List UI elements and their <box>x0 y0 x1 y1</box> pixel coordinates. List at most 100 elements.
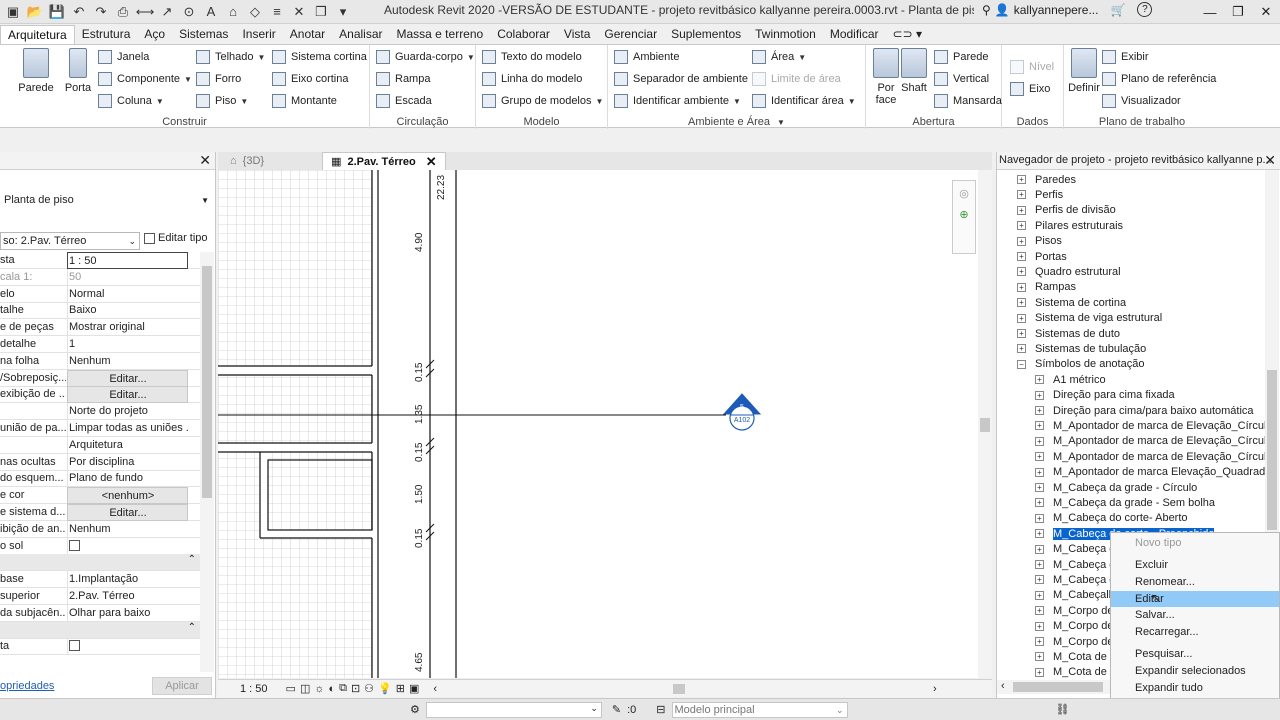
porta-button[interactable]: Porta <box>58 48 98 94</box>
limite-area-button[interactable]: Limite de área <box>752 69 841 89</box>
text-icon[interactable]: A <box>202 3 220 21</box>
select-links-icon[interactable]: ⛓ <box>1056 703 1070 716</box>
property-row[interactable]: Norte do projeto <box>0 403 200 421</box>
collapse-icon[interactable]: ⌃ <box>188 554 196 565</box>
browser-item[interactable]: + Rampas <box>1017 280 1076 295</box>
browser-item[interactable]: + Pilares estruturais <box>1017 218 1123 233</box>
expand-icon[interactable]: + <box>1017 205 1026 215</box>
expand-icon[interactable]: + <box>1035 667 1044 677</box>
properties-scrollbar[interactable] <box>200 252 214 672</box>
workset-field[interactable]: ⌄ <box>425 701 602 718</box>
browser-item[interactable]: + A1 métrico <box>1035 372 1106 387</box>
property-value[interactable]: 1.Implantação <box>67 571 188 589</box>
browser-item[interactable]: + M_Cabeça da grade - Sem bolha <box>1035 495 1215 510</box>
browser-item[interactable]: + M_Corpo de <box>1035 634 1114 649</box>
reveal-hidden-icon[interactable]: 💡 <box>378 682 392 695</box>
browser-item[interactable]: + Paredes <box>1017 172 1076 187</box>
ribbon-tab-9[interactable]: Vista <box>557 25 597 44</box>
edit-type-button[interactable]: Editar tipo <box>144 232 208 244</box>
user-icon[interactable]: 👤 <box>995 3 1010 17</box>
expand-icon[interactable]: + <box>1035 606 1044 616</box>
property-row[interactable]: do esquem... Plano de fundo <box>0 470 200 488</box>
vertical-button[interactable]: Vertical <box>934 69 989 89</box>
browser-item[interactable]: + M_Cota de e <box>1035 665 1116 680</box>
expand-icon[interactable]: + <box>1035 452 1044 462</box>
property-row[interactable]: superior 2.Pav. Térreo <box>0 588 200 605</box>
undo-icon[interactable]: ↶ <box>70 3 88 21</box>
property-value[interactable]: 2.Pav. Térreo <box>67 588 188 605</box>
property-row[interactable]: cala 1: 50 <box>0 268 200 286</box>
checkbox[interactable] <box>69 539 80 551</box>
browser-item[interactable]: + M_Cabeça d <box>1035 542 1115 557</box>
user-name[interactable]: kallyannepere... <box>1014 3 1099 17</box>
design-options-icon[interactable]: ⊟ <box>656 703 665 716</box>
property-row[interactable]: talhe Baixo <box>0 302 200 320</box>
property-value[interactable]: Por disciplina <box>67 453 188 471</box>
property-value[interactable]: Nenhum <box>67 520 188 538</box>
expand-icon[interactable]: + <box>1035 529 1044 539</box>
expand-icon[interactable]: + <box>1035 544 1044 554</box>
texto-modelo-button[interactable]: Texto do modelo <box>482 47 582 67</box>
browser-item[interactable]: + M_Cabeça do corte- Aberto <box>1035 511 1188 526</box>
property-value[interactable] <box>67 638 188 656</box>
janela-button[interactable]: Janela <box>98 47 149 67</box>
expand-icon[interactable]: + <box>1035 637 1044 646</box>
property-value[interactable]: Arquitetura <box>67 436 188 454</box>
binoculars-icon[interactable]: ⚲ <box>982 3 991 17</box>
ribbon-tab-12[interactable]: Twinmotion <box>748 25 823 44</box>
property-row[interactable]: sta 1 : 50 <box>0 252 200 269</box>
visual-style-icon[interactable]: ◫ <box>300 682 310 695</box>
checkbox[interactable] <box>69 640 80 652</box>
redo-icon[interactable]: ↷ <box>92 3 110 21</box>
scale-selector[interactable]: 1 : 50 <box>240 683 268 695</box>
browser-item[interactable]: + M_Cabeça da grade - Círculo <box>1035 480 1197 495</box>
expand-icon[interactable]: + <box>1035 621 1044 631</box>
browser-item[interactable]: + Sistema de viga estrutural <box>1017 311 1162 326</box>
browser-item[interactable]: + M_Corpo de <box>1035 603 1114 618</box>
property-value[interactable]: Nenhum <box>67 352 188 370</box>
property-section-header[interactable]: ⌃ <box>0 554 200 572</box>
property-row[interactable]: /Sobreposiç... Editar... <box>0 369 200 387</box>
context-menu-item[interactable]: Recarregar... <box>1111 624 1279 640</box>
expand-icon[interactable]: + <box>1035 575 1044 585</box>
ribbon-tab-7[interactable]: Massa e terreno <box>390 25 491 44</box>
property-row[interactable]: exibição de ... Editar... <box>0 386 200 404</box>
browser-item[interactable]: + M_Apontador de marca Elevação_Quadrado <box>1035 465 1271 480</box>
browser-item[interactable]: + Sistemas de duto <box>1017 326 1120 341</box>
property-row[interactable]: base 1.Implantação <box>0 571 200 589</box>
ribbon-tab-2[interactable]: Aço <box>137 25 172 44</box>
expand-icon[interactable]: + <box>1035 560 1044 569</box>
shaft-button[interactable]: Shaft <box>894 48 934 94</box>
navigation-bar[interactable]: ◎ ⊕ <box>952 180 976 254</box>
definir-button[interactable]: Definir <box>1064 48 1104 94</box>
ribbon-tab-3[interactable]: Sistemas <box>172 25 235 44</box>
expand-icon[interactable]: + <box>1035 436 1044 446</box>
type-name[interactable]: Planta de piso <box>4 194 74 206</box>
property-value[interactable]: Mostrar original <box>67 319 188 337</box>
browser-item[interactable]: + Direção para cima/para baixo automática <box>1035 403 1254 418</box>
ribbon-tab-10[interactable]: Gerenciar <box>597 25 664 44</box>
expand-icon[interactable]: + <box>1017 298 1026 308</box>
property-edit-button[interactable]: Editar... <box>67 369 188 387</box>
browser-item[interactable]: + Perfis <box>1017 187 1063 202</box>
property-row[interactable]: Arquitetura <box>0 436 200 454</box>
collapse-icon[interactable]: ⌃ <box>188 622 196 633</box>
steering-wheel-icon[interactable]: ◎ <box>953 187 975 200</box>
instance-selector[interactable]: so: 2.Pav. Térreo ⌄ <box>0 232 140 250</box>
browser-item[interactable]: + M_Cabeça d <box>1035 572 1115 587</box>
parede-button[interactable]: Parede <box>16 48 56 94</box>
property-row[interactable]: nas ocultas Por disciplina <box>0 453 200 471</box>
browser-item[interactable]: + Direção para cima fixada <box>1035 388 1175 403</box>
property-row[interactable]: da subjacên... Olhar para baixo <box>0 604 200 622</box>
scroll-left-icon[interactable]: ‹ <box>1001 680 1005 692</box>
abertura-parede-button[interactable]: Parede <box>934 47 988 67</box>
separador-ambiente-button[interactable]: Separador de ambiente <box>614 69 748 89</box>
expand-icon[interactable]: + <box>1035 652 1044 662</box>
close-tab-icon[interactable]: ✕ <box>426 154 437 170</box>
app-menu-icon[interactable]: ▣ <box>4 3 22 21</box>
escada-button[interactable]: Escada <box>376 91 432 111</box>
property-row[interactable]: ta <box>0 638 200 656</box>
context-menu-item[interactable]: Excluir <box>1111 557 1279 573</box>
chevron-down-icon[interactable]: ▼ <box>201 196 209 205</box>
cart-icon[interactable]: 🛒 <box>1110 3 1125 17</box>
